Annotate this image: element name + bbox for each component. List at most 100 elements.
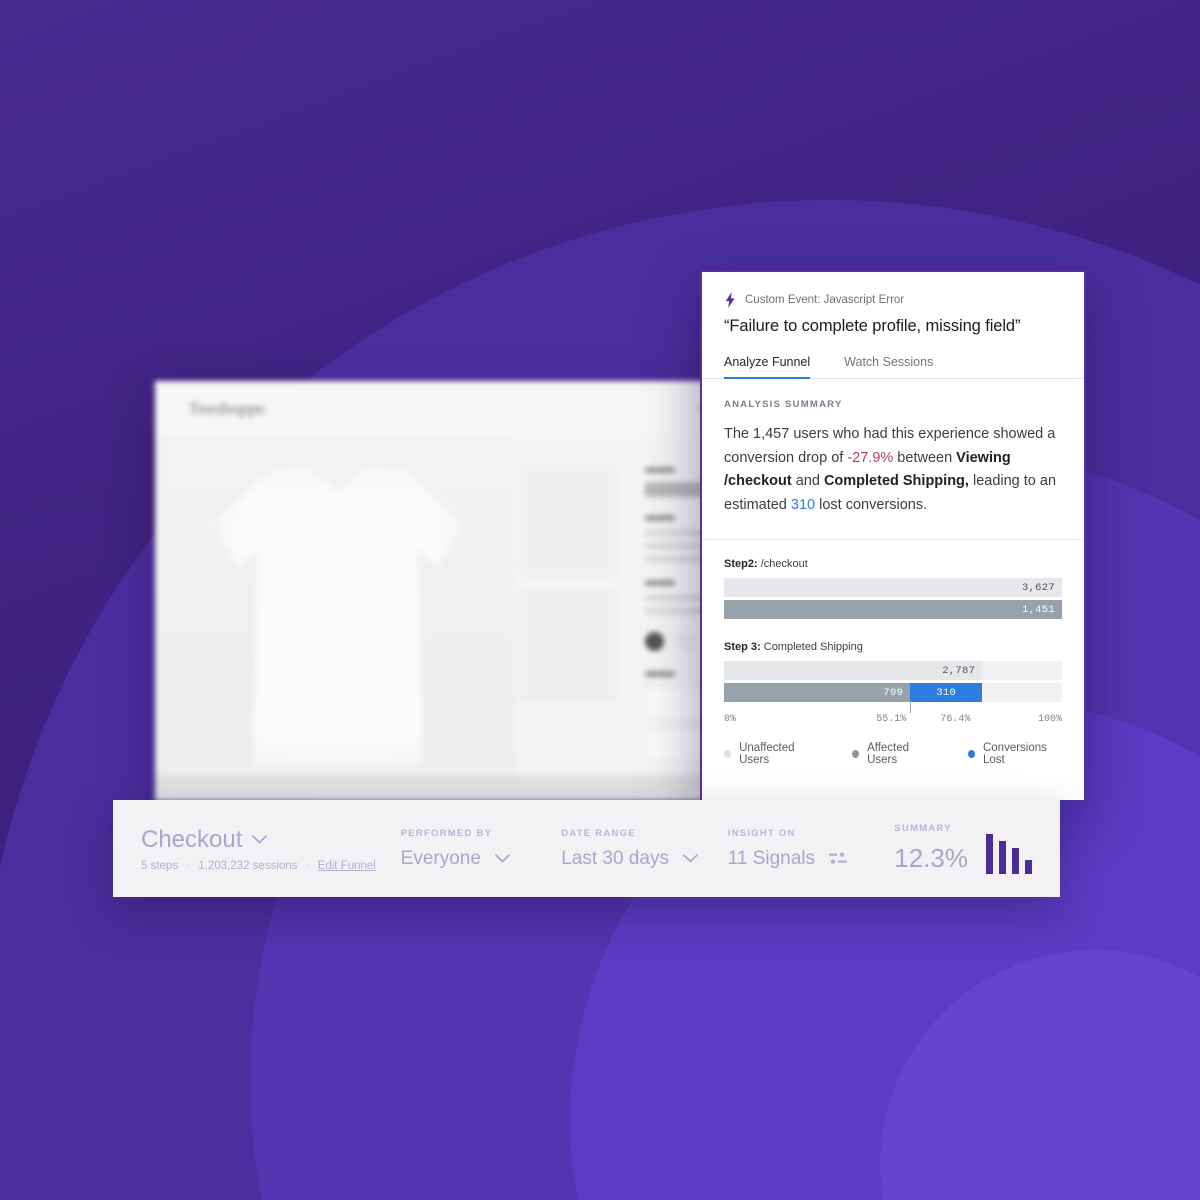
color-swatch (645, 632, 664, 651)
step-name: /checkout (760, 558, 808, 570)
bar-conversions-lost: 310 (910, 683, 983, 702)
event-label: Custom Event: Javascript Error (745, 294, 905, 306)
thumbnail (519, 589, 617, 701)
tshirt-image (213, 465, 463, 765)
bar-value: 3,627 (1021, 581, 1055, 594)
legend-label: Affected Users (867, 742, 910, 766)
tab-watch-sessions[interactable]: Watch Sessions (844, 355, 933, 379)
event-title: “Failure to complete profile, missing fi… (724, 317, 1021, 335)
background-ring-4 (880, 950, 1200, 1200)
legend-item-conversions-lost: Conversions Lost (967, 742, 1062, 766)
bar-track: 3,627 (724, 578, 1062, 597)
funnel-name: Checkout (141, 825, 243, 853)
tab-analyze-funnel[interactable]: Analyze Funnel (724, 355, 811, 379)
sparkline-bar (1011, 848, 1019, 874)
step-label: Step2: (724, 558, 758, 570)
filter-sliders-icon[interactable] (829, 852, 848, 865)
sparkline-bar (985, 834, 993, 874)
product-info-label (645, 515, 675, 521)
funnel-chart: Step2: /checkout 3,627 1,451 Step 3: Com… (702, 540, 1084, 800)
axis-tick-label: 0% (724, 714, 737, 725)
legend-dot-icon (967, 750, 975, 758)
legend-dot-icon (724, 750, 732, 758)
sparkline-bar (1024, 860, 1032, 874)
insight-card-header: Custom Event: Javascript Error “Failure … (702, 272, 1084, 336)
sparkline-bar (998, 841, 1006, 874)
insight-on-value-row[interactable]: 11 Signals (728, 848, 889, 870)
funnel-selector[interactable]: Checkout 5 steps · 1,203,232 sessions · … (141, 826, 401, 872)
bar-unaffected: 3,627 (724, 578, 1062, 597)
product-hero-image (155, 437, 515, 801)
performed-by-value: Everyone (400, 847, 481, 869)
product-category-line (645, 467, 675, 473)
date-range-value-row[interactable]: Last 30 days (561, 848, 728, 870)
meta-separator: · (305, 859, 310, 872)
bar-affected: 799 (724, 683, 911, 702)
step-name: Completed Shipping (763, 641, 863, 653)
bar-value: 2,787 (942, 664, 976, 677)
summary-field: SUMMARY 12.3% (888, 823, 1032, 874)
funnel-toolbar: Checkout 5 steps · 1,203,232 sessions · … (113, 800, 1060, 897)
funnel-steps: 5 steps (141, 859, 179, 872)
background-stage: Teeshoppe Shop All Goods Tops Bottoms (0, 0, 1200, 1200)
legend-item-unaffected: Unaffected Users (724, 742, 818, 766)
funnel-name-row[interactable]: Checkout (141, 826, 401, 854)
analysis-summary-section: ANALYSIS SUMMARY The 1,457 users who had… (702, 379, 1084, 540)
insight-on-label: INSIGHT ON (727, 827, 796, 839)
analysis-summary-text: The 1,457 users who had this experience … (724, 423, 1062, 517)
bar-value: 310 (936, 686, 957, 699)
insight-card: Custom Event: Javascript Error “Failure … (700, 270, 1086, 802)
edit-funnel-link[interactable]: Edit Funnel (318, 860, 376, 872)
performed-by-field[interactable]: PERFORMED BY Everyone (401, 828, 562, 870)
summary-drop-pct: -27.9% (847, 449, 894, 466)
bar-track: 2,787 (724, 661, 1062, 680)
funnel-meta: 5 steps · 1,203,232 sessions · Edit Funn… (141, 860, 401, 872)
legend-label: Unaffected Users (739, 742, 795, 766)
performed-by-label: PERFORMED BY (400, 827, 493, 839)
summary-block: SUMMARY 12.3% (894, 823, 968, 874)
chart-step-title: Step2: /checkout (724, 558, 1062, 570)
chart-spacer (724, 622, 1062, 641)
summary-label: SUMMARY (894, 823, 952, 834)
analysis-summary-label: ANALYSIS SUMMARY (724, 399, 843, 410)
performed-by-value-row[interactable]: Everyone (401, 848, 562, 870)
bar-value: 1,451 (1021, 603, 1055, 616)
bar-track: 799 310 (724, 683, 1062, 702)
date-range-label: DATE RANGE (561, 827, 636, 839)
event-row: Custom Event: Javascript Error (724, 292, 1062, 308)
axis-tick-marker (910, 701, 912, 713)
summary-value: 12.3% (894, 843, 968, 873)
chevron-down-icon (683, 854, 698, 863)
bar-affected: 1,451 (724, 600, 1062, 619)
date-range-value: Last 30 days (561, 847, 669, 869)
date-range-field[interactable]: DATE RANGE Last 30 days (561, 828, 728, 870)
chart-legend: Unaffected Users Affected Users Conversi… (724, 733, 1062, 784)
axis-tick-label: 100% (1037, 714, 1062, 725)
summary-step-b: Completed Shipping, (823, 473, 969, 489)
product-thumbnails (515, 437, 625, 801)
bar-value: 799 (883, 686, 904, 699)
chart-step-title: Step 3: Completed Shipping (724, 641, 1062, 653)
legend-label: Conversions Lost (982, 742, 1047, 766)
bar-track: 1,451 (724, 600, 1062, 619)
axis-tick-label: 55.1% (876, 714, 907, 725)
chevron-down-icon (252, 835, 268, 844)
color-swatch (676, 632, 695, 651)
legend-dot-icon (851, 750, 860, 758)
select-size-label (645, 671, 675, 677)
lightning-bolt-icon (725, 292, 735, 308)
summary-part-5: lost conversions. (815, 496, 928, 513)
axis-tick-label: 76.4% (940, 714, 971, 725)
bar-unaffected: 2,787 (724, 661, 983, 680)
summary-lost-count: 310 (790, 496, 816, 513)
chart-axis: 0% 55.1% 76.4% 100% (724, 701, 1062, 733)
insight-on-field[interactable]: INSIGHT ON 11 Signals (728, 828, 889, 870)
product-shipping-label (645, 580, 675, 586)
product-page-brand: Teeshoppe (189, 399, 266, 418)
card-tabs: Analyze Funnel Watch Sessions (702, 355, 1084, 379)
funnel-sessions: 1,203,232 sessions (198, 859, 298, 872)
meta-separator: · (186, 859, 191, 872)
summary-part-2: between (893, 449, 957, 466)
summary-part-3: and (791, 473, 824, 489)
legend-item-affected: Affected Users (851, 742, 934, 766)
